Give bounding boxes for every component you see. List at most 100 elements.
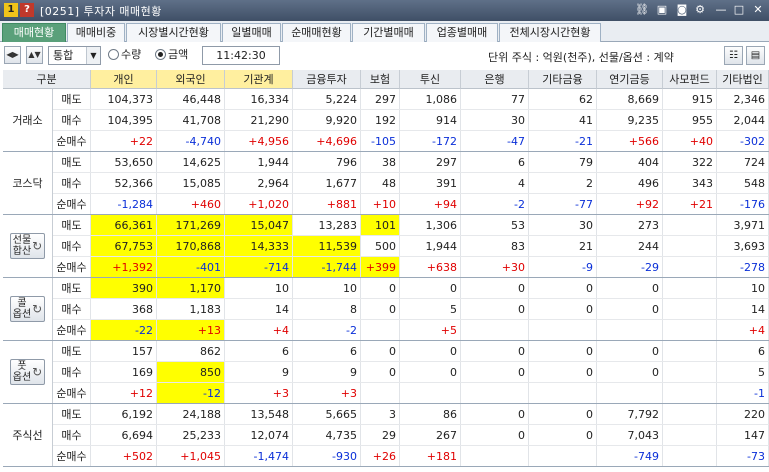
tab-3[interactable]: 일별매매: [222, 23, 281, 42]
table-cell: +460: [157, 194, 225, 215]
table-cell: -1,744: [293, 257, 361, 278]
table-cell: +502: [91, 446, 157, 467]
table-cell: 6: [717, 341, 769, 362]
table-cell: 5: [717, 362, 769, 383]
header-11[interactable]: 기타법인: [717, 70, 769, 89]
table-cell: 4: [461, 173, 529, 194]
tab-7[interactable]: 전체시장시간현황: [499, 23, 601, 42]
camera-icon[interactable]: ◙: [675, 3, 689, 17]
table-cell: 273: [597, 215, 663, 236]
window-number-badge: 1: [4, 3, 18, 17]
table-cell: 104,395: [91, 110, 157, 131]
table-cell: 0: [400, 278, 461, 299]
tab-5[interactable]: 기간별매매: [352, 23, 425, 42]
table-cell: 104,373: [91, 89, 157, 110]
save-icon[interactable]: ▣: [655, 3, 669, 17]
table-cell: 66,361: [91, 215, 157, 236]
table-cell: 862: [157, 341, 225, 362]
table-cell: 368: [91, 299, 157, 320]
table-cell: 53: [461, 215, 529, 236]
table-cell: 914: [400, 110, 461, 131]
table-cell: +3: [225, 383, 293, 404]
table-cell: 0: [361, 362, 400, 383]
market-select[interactable]: 통합 ▼: [48, 46, 101, 65]
table-cell: +40: [663, 131, 717, 152]
table-cell: 0: [461, 404, 529, 425]
settings-icon[interactable]: ▤: [746, 46, 765, 65]
table-cell: [529, 446, 597, 467]
table-cell: 5,665: [293, 404, 361, 425]
table-cell: -73: [717, 446, 769, 467]
header-2[interactable]: 외국인: [157, 70, 225, 89]
header-3[interactable]: 기관계: [225, 70, 293, 89]
header-10[interactable]: 사모펀드: [663, 70, 717, 89]
table-cell: 6,694: [91, 425, 157, 446]
table-cell: 404: [597, 152, 663, 173]
table-row: 매수 52,366 15,085 2,964 1,677 48 391 4 2 496 343 548: [3, 173, 769, 194]
table-cell: 548: [717, 173, 769, 194]
table-cell: 500: [361, 236, 400, 257]
table-cell: 0: [529, 362, 597, 383]
row-type-label: 매도: [53, 278, 91, 299]
maximize-icon[interactable]: □: [732, 3, 746, 17]
header-8[interactable]: 기타금융: [529, 70, 597, 89]
radio-quantity[interactable]: 수량: [108, 47, 141, 63]
table-cell: 0: [400, 362, 461, 383]
row-type-label: 매도: [53, 152, 91, 173]
table-cell: 16,334: [225, 89, 293, 110]
table-cell: 15,047: [225, 215, 293, 236]
table-cell: 5: [400, 299, 461, 320]
table-cell: -47: [461, 131, 529, 152]
header-4[interactable]: 금융투자: [293, 70, 361, 89]
table-cell: 21,290: [225, 110, 293, 131]
table-cell: -2: [461, 194, 529, 215]
unit-text: 단위 주식 : 억원(천주), 선물/옵션 : 계약: [488, 51, 674, 64]
help-badge[interactable]: ?: [20, 3, 34, 17]
header-6[interactable]: 투신: [400, 70, 461, 89]
header-9[interactable]: 연기금등: [597, 70, 663, 89]
minimize-icon[interactable]: —: [714, 3, 728, 17]
tab-4[interactable]: 순매매현황: [282, 23, 351, 42]
header-0[interactable]: 구분: [3, 70, 91, 89]
header-5[interactable]: 보험: [361, 70, 400, 89]
radio-quantity-dot[interactable]: [108, 49, 119, 60]
tab-6[interactable]: 업종별매매: [426, 23, 498, 42]
table-cell: 0: [461, 299, 529, 320]
prev-arrow-icon[interactable]: ◀▶: [4, 46, 21, 64]
table-cell: 0: [461, 362, 529, 383]
table-cell: 0: [529, 425, 597, 446]
table-cell: 7,792: [597, 404, 663, 425]
table-view-icon[interactable]: ☷: [724, 46, 743, 65]
table-cell: [663, 320, 717, 341]
table-cell: +181: [400, 446, 461, 467]
table-cell: 0: [461, 425, 529, 446]
table-cell: 67,753: [91, 236, 157, 257]
tab-bar: 매매현황 매매비중 시장별시간현황 일별매매 순매매현황 기간별매매 업종별매매 전체시장시간…: [0, 21, 769, 42]
tab-0[interactable]: 매매현황: [2, 23, 66, 42]
header-7[interactable]: 은행: [461, 70, 529, 89]
tab-1[interactable]: 매매비중: [67, 23, 125, 42]
table-cell: 9: [293, 362, 361, 383]
tab-2[interactable]: 시장별시간현황: [126, 23, 221, 42]
up-down-arrow-icon[interactable]: ▲▼: [26, 46, 43, 64]
table-cell: 9,920: [293, 110, 361, 131]
table-cell: 192: [361, 110, 400, 131]
gear-icon[interactable]: ⚙: [693, 3, 707, 17]
radio-amount[interactable]: 금액: [155, 47, 188, 63]
table-cell: 390: [91, 278, 157, 299]
table-cell: 8,669: [597, 89, 663, 110]
radio-amount-dot[interactable]: [155, 49, 166, 60]
table-cell: 6: [293, 341, 361, 362]
table-cell: 11,539: [293, 236, 361, 257]
table-cell: -4,740: [157, 131, 225, 152]
table-cell: 15,085: [157, 173, 225, 194]
close-icon[interactable]: ✕: [751, 3, 765, 17]
table-cell: 220: [717, 404, 769, 425]
link-icon[interactable]: ⛓: [635, 3, 649, 17]
table-cell: -930: [293, 446, 361, 467]
table-row: 순매수 -22 +13 +4 -2 +5 +4: [3, 320, 769, 341]
row-type-label: 매도: [53, 341, 91, 362]
header-1[interactable]: 개인: [91, 70, 157, 89]
table-cell: 10: [717, 278, 769, 299]
chevron-down-icon[interactable]: ▼: [86, 47, 100, 64]
